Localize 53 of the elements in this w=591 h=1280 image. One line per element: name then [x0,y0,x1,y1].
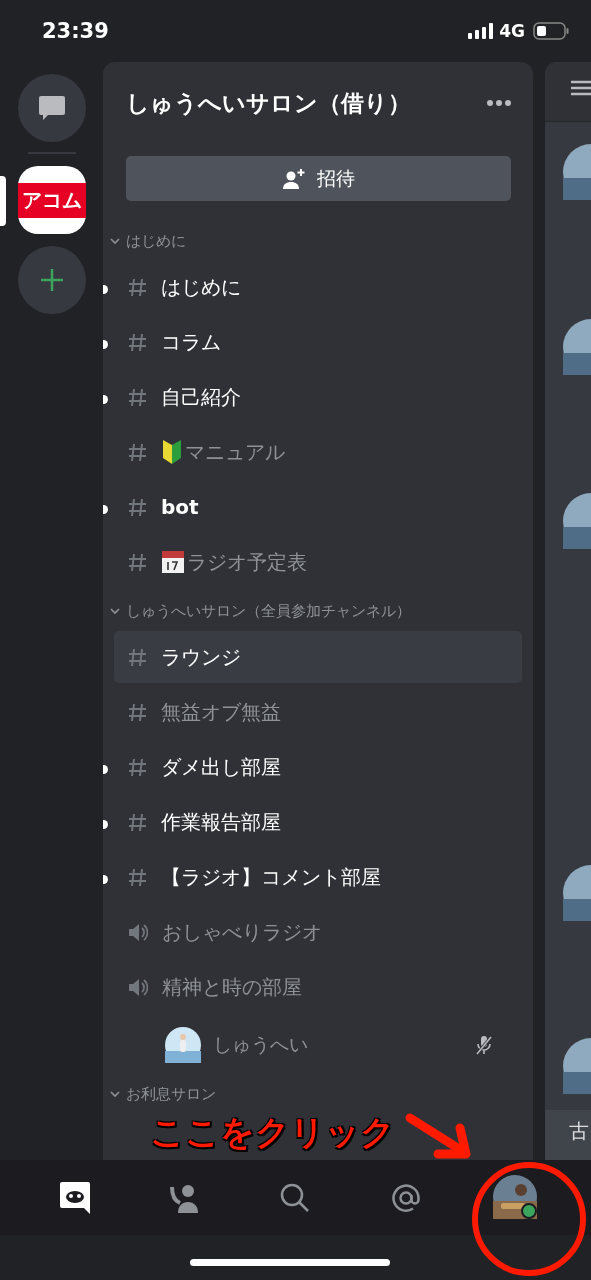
hash-icon [128,647,147,667]
hash-icon [128,332,147,352]
hash-icon [128,702,147,722]
channel-item[interactable]: 自己紹介 [114,371,522,423]
hash-icon [128,387,147,407]
server-logo-text: アコム [17,182,86,218]
leaf-badge-icon [161,439,183,465]
hash-icon [128,277,147,297]
at-sign-icon [390,1182,421,1213]
channel-item[interactable]: おしゃべりラジオ [114,906,522,958]
channel-item[interactable]: 【ラジオ】コメント部屋 [114,851,522,903]
category-label[interactable]: しゅうへいサロン（全員参加チャンネル） [126,601,411,621]
channel-item[interactable]: 無益オブ無益 [114,686,522,738]
invite-button[interactable]: 招待 [126,156,511,201]
voice-user-name: しゅうへい [213,1032,309,1057]
speaker-icon [128,977,148,997]
channel-item[interactable]: 作業報告部屋 [114,796,522,848]
hash-icon [128,812,147,832]
avatar [165,1027,201,1063]
server-name: しゅうへいサロン（借り） [126,88,411,118]
status-time: 23:39 [42,19,109,43]
calendar-icon [161,550,185,574]
channel-item[interactable]: はじめに [114,261,522,313]
more-icon[interactable] [487,100,511,106]
hash-icon [128,442,147,462]
friends-icon [170,1182,201,1213]
search-icon [280,1182,311,1213]
server-icon[interactable]: アコム [17,166,86,234]
plus-icon [39,268,64,292]
message-text: 古 [569,1119,589,1143]
hash-icon [128,497,147,517]
signal-icon [468,23,495,39]
category-label[interactable]: お利息サロン [126,1084,216,1104]
speaker-icon [128,922,148,942]
channel-item[interactable]: コラム [114,316,522,368]
annotation-text: ここをクリック [150,1114,395,1150]
channel-item[interactable]: マニュアル [114,426,522,478]
category-label[interactable]: はじめに [126,231,186,251]
hash-icon [128,757,147,777]
chat-logo-icon [60,1181,91,1214]
chat-bubble-icon [37,94,66,122]
channel-item[interactable]: ラウンジ [114,631,522,683]
menu-icon[interactable] [571,80,591,96]
channel-item[interactable]: 精神と時の部屋 [114,961,522,1013]
battery-icon [533,22,569,40]
avatar [492,1174,539,1221]
channel-item[interactable]: ラジオ予定表 [114,536,522,588]
hash-icon [128,867,147,887]
channel-item[interactable]: bot [114,481,522,533]
channel-item[interactable]: ダメ出し部屋 [114,741,522,793]
add-person-icon [282,168,305,189]
hash-icon [128,552,147,572]
network-label: 4G [499,21,525,41]
